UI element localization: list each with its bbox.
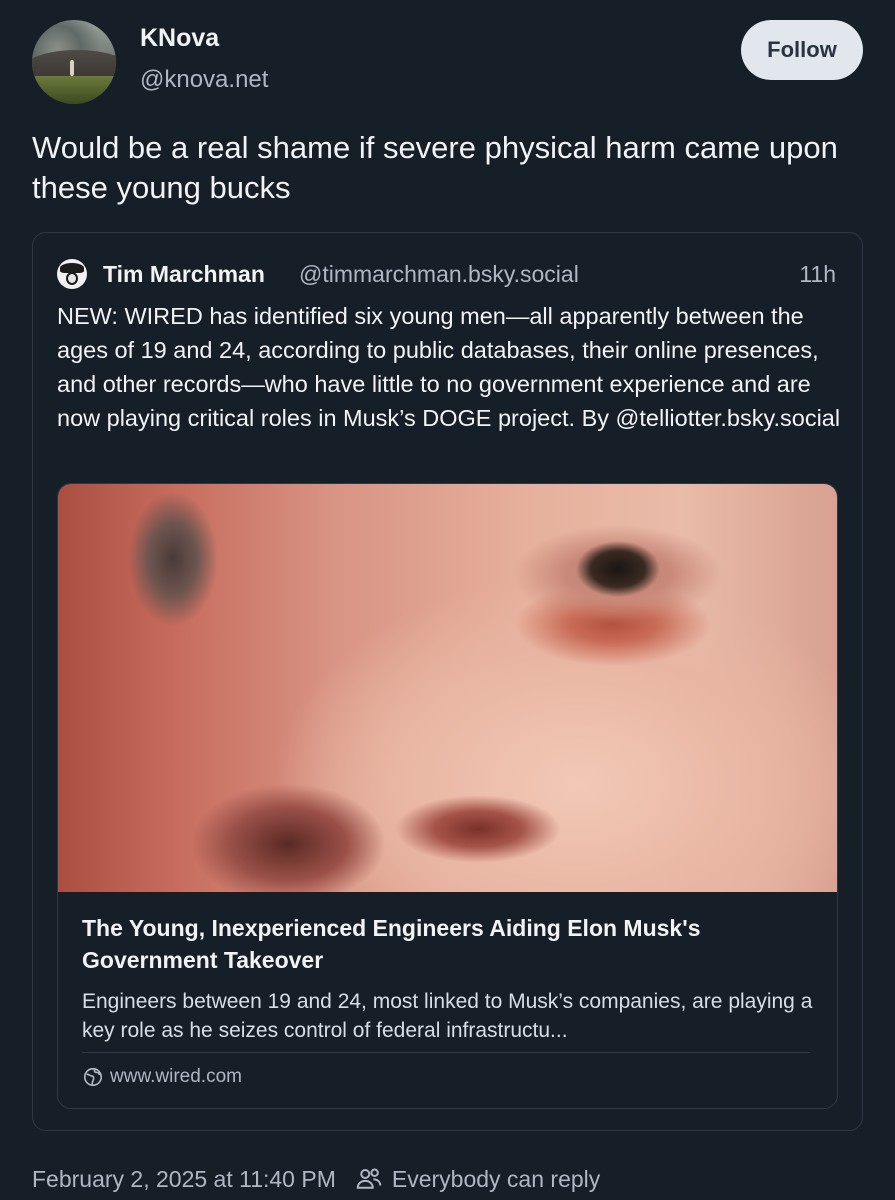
globe-icon — [83, 1067, 103, 1087]
avatar-face-shape — [66, 272, 78, 285]
link-preview-image[interactable] — [58, 484, 837, 892]
post-footer: February 2, 2025 at 11:40 PM Everybody c… — [32, 1164, 600, 1194]
avatar-field-shape — [32, 76, 116, 104]
link-preview-divider — [82, 1052, 810, 1053]
quoted-author-handle[interactable]: @timmarchman.bsky.social — [299, 261, 579, 288]
post-text: Would be a real shame if severe physical… — [32, 130, 838, 205]
people-icon — [356, 1168, 382, 1189]
reply-setting-label[interactable]: Everybody can reply — [392, 1166, 600, 1193]
quoted-author-avatar[interactable] — [57, 259, 87, 289]
quoted-post-text: NEW: WIRED has identified six young men—… — [57, 303, 841, 431]
quoted-post-card[interactable]: Tim Marchman @timmarchman.bsky.social 11… — [32, 232, 863, 1131]
quoted-author-name[interactable]: Tim Marchman — [103, 261, 265, 288]
link-preview-description: Engineers between 19 and 24, most linked… — [82, 990, 813, 1042]
post-timestamp: February 2, 2025 at 11:40 PM — [32, 1165, 336, 1192]
author-name[interactable]: KNova — [140, 24, 219, 53]
author-avatar[interactable] — [32, 20, 116, 104]
link-preview-title: The Young, Inexperienced Engineers Aidin… — [82, 915, 701, 973]
avatar-figure-shape — [70, 60, 74, 76]
author-handle[interactable]: @knova.net — [140, 66, 268, 94]
link-preview-domain-row: www.wired.com — [82, 1066, 242, 1088]
follow-button[interactable]: Follow — [741, 20, 863, 80]
link-preview-domain: www.wired.com — [110, 1066, 242, 1087]
quoted-post-time[interactable]: 11h — [799, 261, 836, 288]
link-preview-card[interactable]: The Young, Inexperienced Engineers Aidin… — [57, 483, 838, 1109]
post-page: KNova @knova.net Follow Would be a real … — [0, 0, 895, 1200]
